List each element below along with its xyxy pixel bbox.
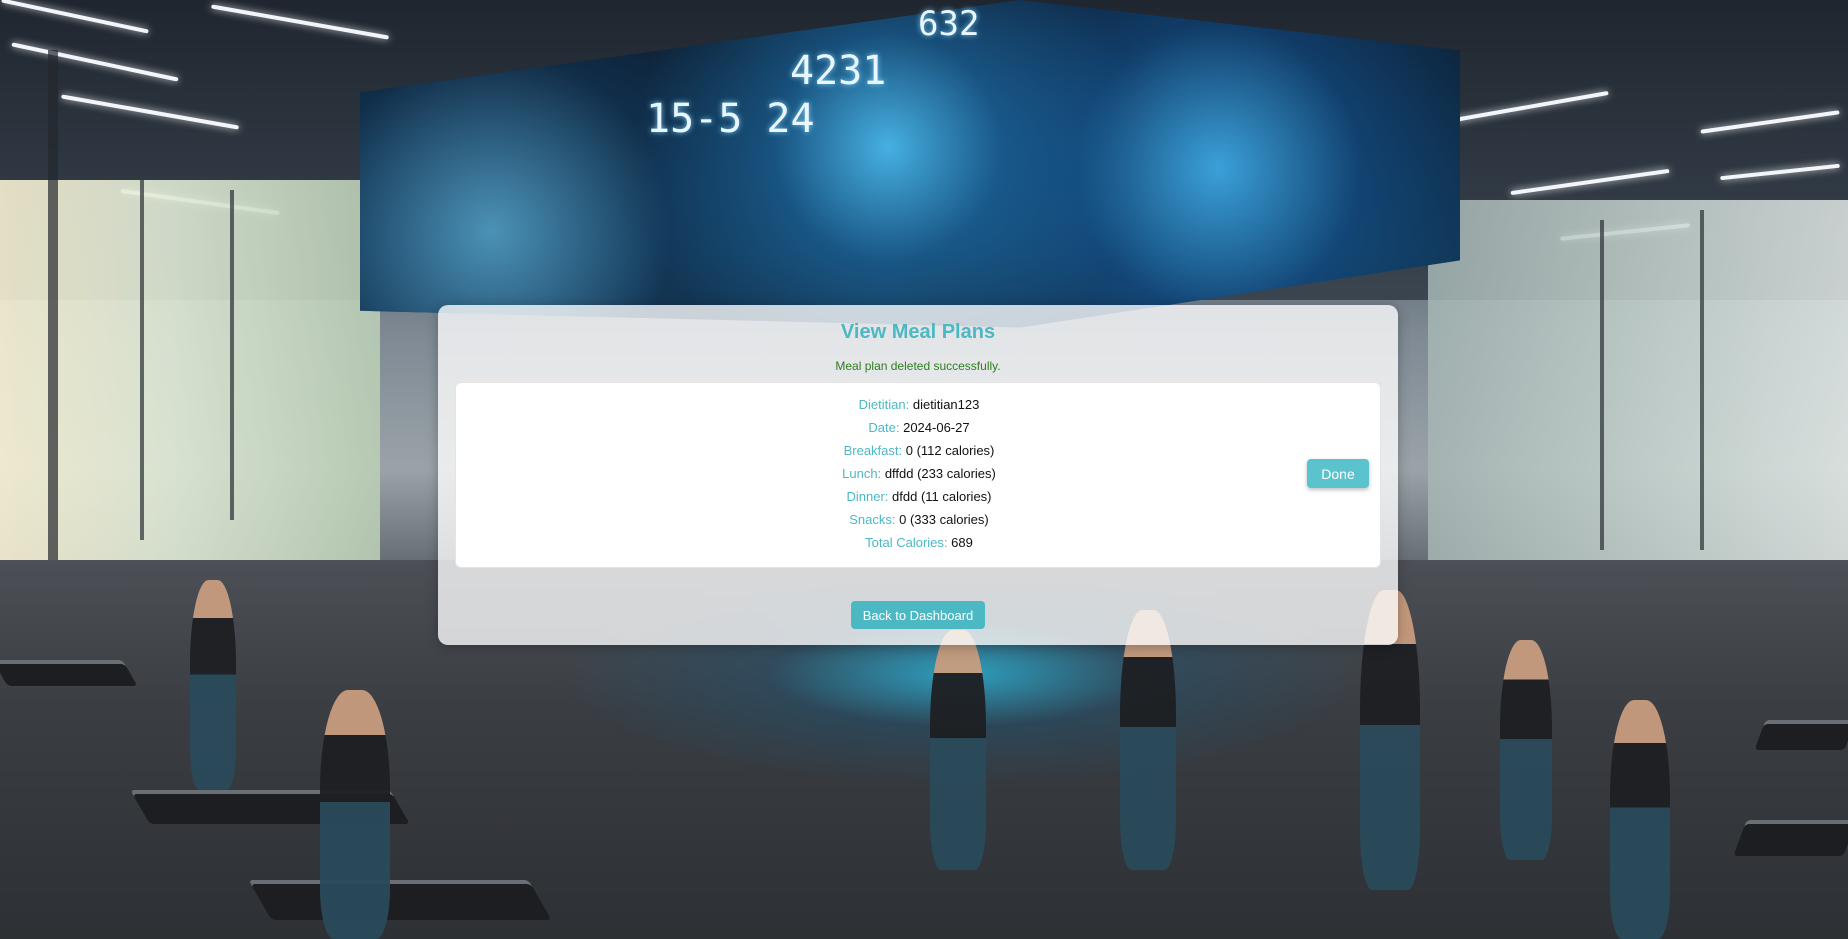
back-to-dashboard-button[interactable]: Back to Dashboard (851, 601, 985, 629)
person (1500, 640, 1552, 860)
total-calories-label: Total Calories: (865, 535, 948, 550)
meal-plans-panel: View Meal Plans Meal plan deleted succes… (438, 305, 1398, 645)
meal-plan-card: Dietitian: dietitian123 Date: 2024-06-27… (455, 382, 1381, 568)
window-frame (230, 190, 234, 520)
success-message: Meal plan deleted successfully. (835, 359, 1001, 373)
treadmill (1733, 820, 1848, 856)
dietitian-row: Dietitian: dietitian123 (456, 393, 1382, 416)
person (320, 690, 390, 939)
total-calories-value: 689 (951, 535, 973, 550)
total-calories-row: Total Calories: 689 (456, 531, 1382, 554)
screen-number: 15-5 24 (646, 96, 815, 142)
breakfast-value: 0 (112 calories) (905, 443, 995, 458)
person (190, 580, 236, 790)
person (1120, 610, 1176, 870)
breakfast-row: Breakfast: 0 (112 calories) (456, 439, 1382, 462)
lunch-label: Lunch: (842, 466, 882, 481)
person (1610, 700, 1670, 939)
page-title: View Meal Plans (840, 321, 996, 343)
dinner-row: Dinner: dfdd (11 calories) (456, 485, 1382, 508)
meal-plan-details: Dietitian: dietitian123 Date: 2024-06-27… (456, 393, 1382, 554)
screen-number: 4231 (790, 48, 887, 94)
window-frame (140, 180, 144, 540)
date-row: Date: 2024-06-27 (456, 416, 1382, 439)
done-button[interactable]: Done (1307, 459, 1369, 488)
snacks-value: 0 (333 calories) (899, 512, 989, 527)
snacks-row: Snacks: 0 (333 calories) (456, 508, 1382, 531)
treadmill (248, 880, 552, 920)
window-frame (1600, 220, 1604, 550)
treadmill (1754, 720, 1848, 750)
breakfast-label: Breakfast: (843, 443, 903, 458)
date-label: Date: (868, 420, 900, 435)
dietitian-label: Dietitian: (858, 397, 910, 412)
dietitian-value: dietitian123 (912, 397, 980, 412)
window-right (1428, 200, 1848, 560)
screen-number: 632 (918, 4, 980, 44)
lunch-row: Lunch: dffdd (233 calories) (456, 462, 1382, 485)
person (930, 630, 986, 870)
window-frame (1700, 210, 1704, 550)
treadmill (0, 660, 138, 686)
dinner-value: dfdd (11 calories) (892, 489, 992, 504)
date-value: 2024-06-27 (903, 420, 970, 435)
lunch-value: dffdd (233 calories) (884, 466, 996, 481)
dinner-label: Dinner: (846, 489, 889, 504)
snacks-label: Snacks: (849, 512, 896, 527)
